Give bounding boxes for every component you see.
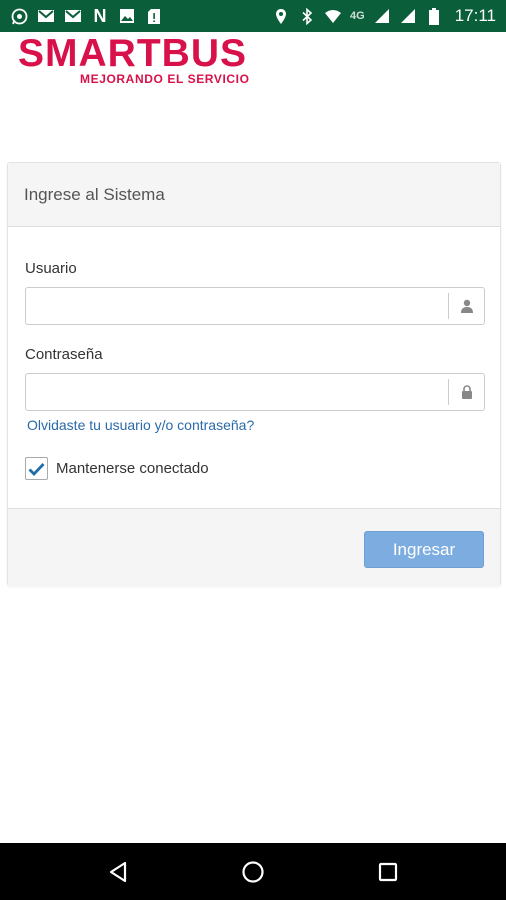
remember-me[interactable]: Mantenerse conectado	[25, 457, 209, 480]
password-input[interactable]	[26, 374, 448, 410]
gallery-icon	[118, 8, 136, 24]
home-icon[interactable]	[233, 852, 273, 892]
battery-icon	[425, 7, 443, 25]
sim-alert-icon	[145, 8, 163, 24]
forgot-credentials-link[interactable]: Olvidaste tu usuario y/o contraseña?	[27, 417, 254, 433]
username-input-group	[25, 287, 485, 325]
smartbus-logo: SMARTBUS MEJORANDO EL SERVICIO	[18, 32, 250, 86]
bluetooth-icon	[298, 7, 316, 25]
network-type-label: 4G	[350, 10, 365, 22]
panel-footer: Ingresar	[8, 508, 500, 586]
logo-wordmark: SMARTBUS	[18, 32, 247, 75]
recents-icon[interactable]	[368, 852, 408, 892]
username-label: Usuario	[25, 260, 77, 277]
navigation-bar	[0, 843, 506, 900]
gmail-icon	[37, 8, 55, 24]
signal-icon	[399, 8, 417, 24]
whatsapp-icon	[10, 8, 28, 24]
password-label: Contraseña	[25, 346, 103, 363]
back-icon[interactable]	[98, 852, 138, 892]
status-bar: N 4G 17:11	[0, 0, 506, 32]
notification-icons: N	[10, 6, 163, 26]
login-panel: Ingrese al Sistema Usuario Contraseña Ol…	[7, 162, 501, 586]
logo-tagline: MEJORANDO EL SERVICIO	[80, 72, 250, 86]
gmail-icon	[64, 8, 82, 24]
username-input[interactable]	[26, 288, 448, 324]
login-form: Usuario Contraseña Olvidaste tu usuario …	[8, 227, 500, 509]
panel-title: Ingrese al Sistema	[8, 163, 500, 227]
remember-label: Mantenerse conectado	[56, 460, 209, 477]
login-button[interactable]: Ingresar	[364, 531, 484, 568]
lock-icon	[448, 379, 484, 405]
wifi-icon	[324, 8, 342, 24]
signal-icon	[373, 8, 391, 24]
location-icon	[272, 8, 290, 24]
user-icon	[448, 293, 484, 319]
system-icons: 4G 17:11	[272, 6, 496, 26]
clock: 17:11	[454, 6, 496, 25]
checkmark-icon	[28, 462, 45, 476]
remember-checkbox[interactable]	[25, 457, 48, 480]
netflix-icon: N	[93, 6, 107, 26]
password-input-group	[25, 373, 485, 411]
